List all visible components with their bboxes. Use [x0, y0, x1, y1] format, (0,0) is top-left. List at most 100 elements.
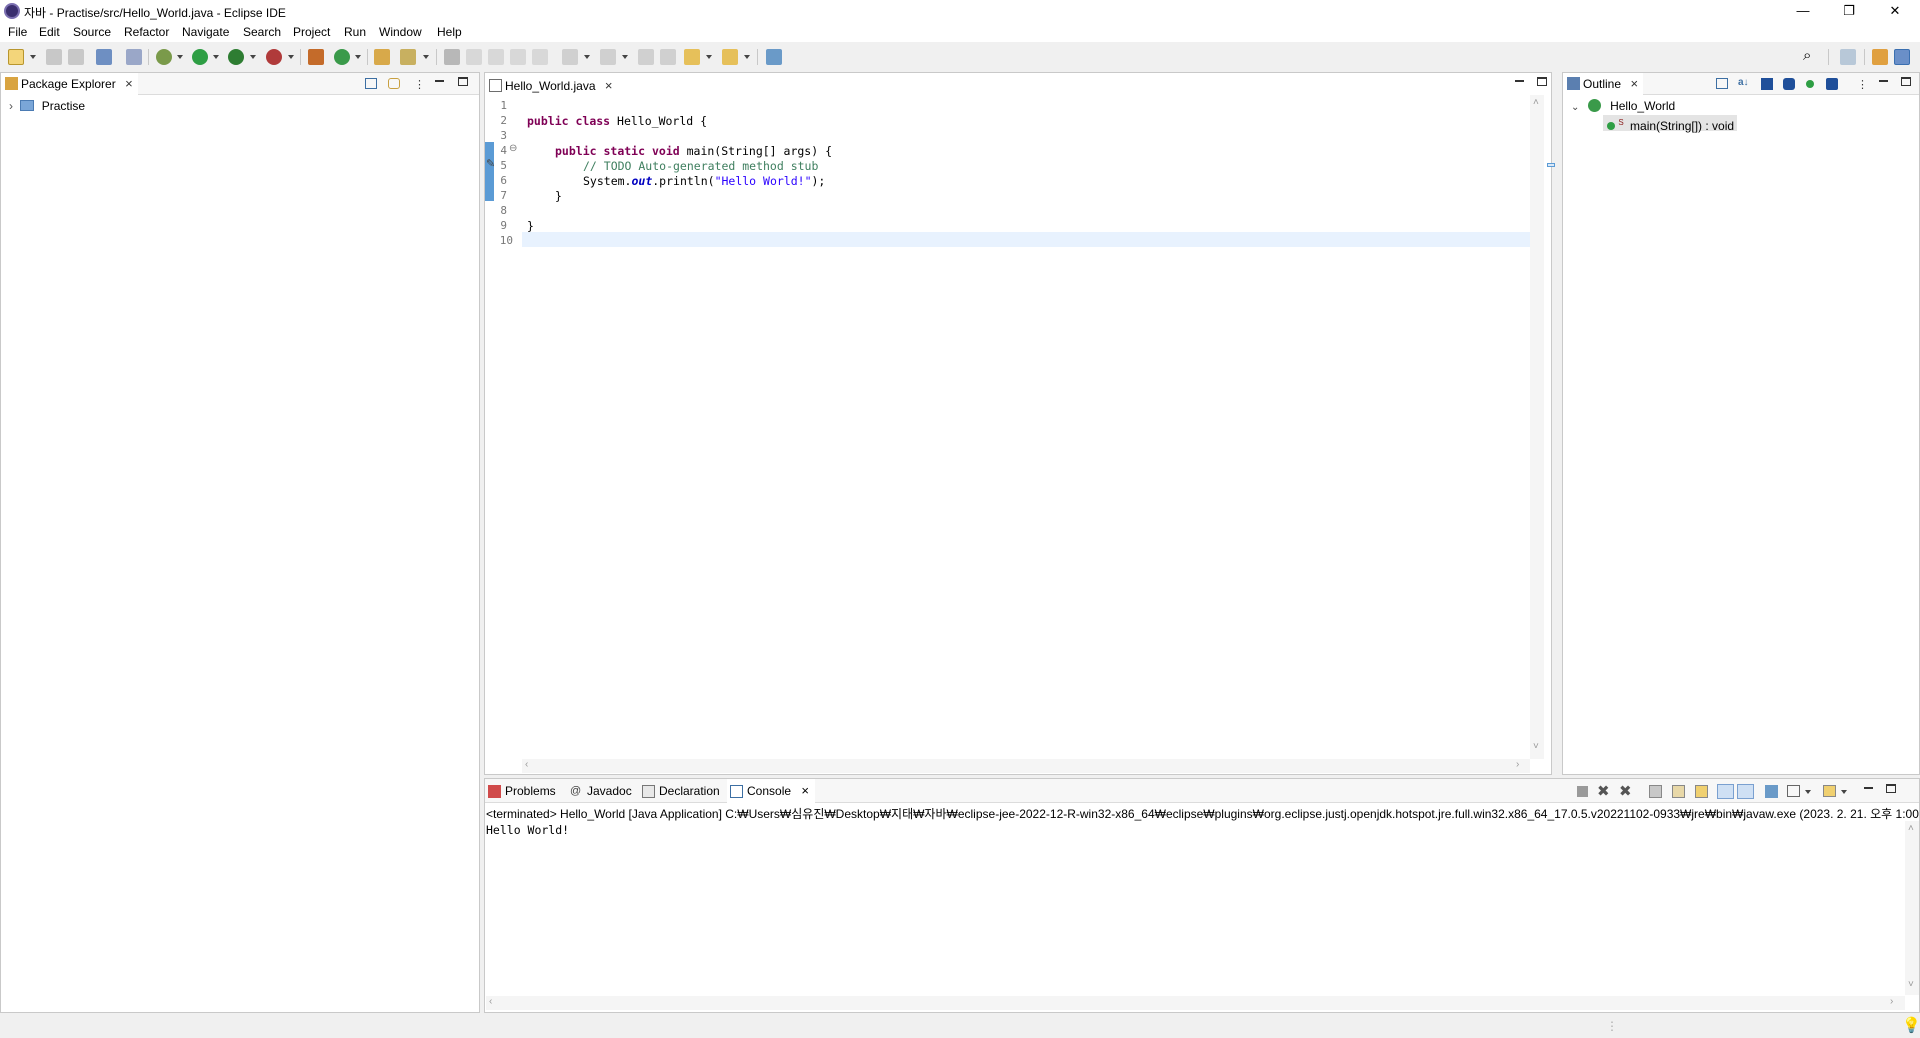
scroll-down-icon[interactable]: ˅ [1908, 979, 1914, 990]
search-icon[interactable]: ⌕ [1803, 47, 1811, 64]
chevron-down-icon[interactable] [250, 55, 256, 59]
open-perspective-icon[interactable] [766, 49, 782, 65]
show-on-stderr-icon[interactable] [1737, 784, 1754, 799]
open-console-menu-icon[interactable] [1823, 785, 1836, 797]
tree-item-practise[interactable]: › Practise [9, 99, 85, 113]
scroll-left-icon[interactable]: ‹ [489, 996, 492, 1007]
lightbulb-icon[interactable]: 💡 [1902, 1016, 1920, 1034]
close-icon[interactable]: × [801, 779, 809, 803]
coverage-icon[interactable] [228, 49, 244, 65]
chevron-down-icon[interactable] [355, 55, 361, 59]
restore-button[interactable]: ❐ [1826, 0, 1872, 22]
back-icon[interactable] [684, 49, 700, 65]
outline-item-method[interactable]: S main(String[]) : void [1603, 115, 1738, 133]
open-type-icon[interactable] [374, 49, 390, 65]
editor-vertical-scrollbar[interactable]: ˄ ˅ [1530, 95, 1544, 759]
close-icon[interactable]: × [605, 75, 613, 97]
scroll-right-icon[interactable]: › [1890, 996, 1893, 1007]
view-menu-icon[interactable]: ⋮ [1857, 78, 1868, 91]
close-icon[interactable]: × [1630, 73, 1638, 95]
minimize-icon[interactable] [1879, 80, 1888, 82]
menu-edit[interactable]: Edit [39, 25, 60, 39]
hide-static-icon[interactable] [1783, 78, 1795, 90]
new-java-package-icon[interactable] [308, 49, 324, 65]
clear-console-icon[interactable] [1649, 785, 1662, 798]
maximize-icon[interactable] [1886, 784, 1896, 793]
tab-outline[interactable]: Outline × [1563, 73, 1644, 95]
word-wrap-icon[interactable] [1695, 785, 1708, 798]
display-console-icon[interactable] [1787, 785, 1800, 797]
sort-icon[interactable]: a↓ [1738, 77, 1749, 88]
maximize-icon[interactable] [458, 77, 468, 86]
open-perspective-button-icon[interactable] [1840, 49, 1856, 65]
scroll-up-icon[interactable]: ˄ [1908, 823, 1914, 834]
tab-console[interactable]: Console × [727, 779, 815, 803]
scroll-up-icon[interactable]: ˄ [1533, 97, 1539, 108]
tab-problems[interactable]: Problems [485, 779, 561, 803]
toggle-annotation-icon[interactable] [444, 49, 460, 65]
chevron-down-icon[interactable] [744, 55, 750, 59]
minimize-icon[interactable] [435, 80, 444, 82]
tab-declaration[interactable]: Declaration [639, 779, 723, 803]
menu-window[interactable]: Window [379, 25, 422, 39]
new-java-class-icon[interactable] [334, 49, 350, 65]
next-annotation-icon[interactable] [562, 49, 578, 65]
chevron-down-icon[interactable] [30, 55, 36, 59]
console-vertical-scrollbar[interactable]: ˄ ˅ [1905, 821, 1919, 995]
close-button[interactable]: ✕ [1872, 0, 1918, 22]
chevron-down-icon[interactable] [423, 55, 429, 59]
hide-non-public-icon[interactable] [1806, 80, 1814, 88]
maximize-icon[interactable] [1537, 77, 1547, 86]
hide-local-types-icon[interactable] [1826, 78, 1838, 90]
chevron-down-icon[interactable] [584, 55, 590, 59]
run-icon[interactable] [192, 49, 208, 65]
java-perspective-icon[interactable] [1894, 49, 1910, 65]
open-console-icon[interactable] [96, 49, 112, 65]
show-whitespace-chars-icon[interactable] [532, 49, 548, 65]
chevron-down-icon[interactable] [706, 55, 712, 59]
minimize-icon[interactable] [1515, 80, 1524, 82]
chevron-down-icon[interactable] [213, 55, 219, 59]
search-tool-icon[interactable] [400, 49, 416, 65]
overview-ruler-marker[interactable] [1547, 163, 1555, 167]
external-tools-icon[interactable] [266, 49, 282, 65]
scroll-down-icon[interactable]: ˅ [1533, 741, 1539, 752]
pin-console-icon[interactable] [1765, 785, 1778, 798]
menu-help[interactable]: Help [437, 25, 462, 39]
tab-hello-world-java[interactable]: Hello_World.java × [485, 73, 618, 95]
chevron-down-icon[interactable] [1841, 790, 1847, 794]
chevron-down-icon[interactable] [177, 55, 183, 59]
previous-annotation-icon[interactable] [600, 49, 616, 65]
mark-occurrences-icon[interactable] [466, 49, 482, 65]
maximize-icon[interactable] [1901, 77, 1911, 86]
collapse-all-icon[interactable] [1716, 78, 1728, 89]
close-icon[interactable]: × [125, 73, 133, 95]
minimize-button[interactable]: — [1780, 0, 1826, 22]
debug-icon[interactable] [156, 49, 172, 65]
chevron-down-icon[interactable]: ⌄ [1571, 102, 1579, 113]
menu-source[interactable]: Source [73, 25, 111, 39]
scroll-lock-icon[interactable] [1672, 785, 1685, 798]
fold-collapse-icon[interactable]: ⊖ [509, 143, 517, 154]
chevron-down-icon[interactable] [622, 55, 628, 59]
show-on-stdout-icon[interactable] [1717, 784, 1734, 799]
editor-horizontal-scrollbar[interactable]: ‹ › [522, 759, 1530, 773]
pin-editor-icon[interactable] [660, 49, 676, 65]
console-horizontal-scrollbar[interactable]: ‹ › [486, 996, 1905, 1010]
last-edit-location-icon[interactable] [638, 49, 654, 65]
scroll-right-icon[interactable]: › [1516, 759, 1519, 770]
tab-package-explorer[interactable]: Package Explorer × [1, 73, 138, 95]
chevron-right-icon[interactable]: › [9, 99, 13, 113]
link-with-editor-icon[interactable] [388, 78, 400, 89]
remove-launch-icon[interactable]: ✖ [1597, 782, 1610, 800]
skip-breakpoints-icon[interactable] [126, 49, 142, 65]
collapse-all-icon[interactable] [365, 78, 377, 89]
view-menu-icon[interactable]: ⋮ [414, 78, 425, 91]
java-ee-perspective-icon[interactable] [1872, 49, 1888, 65]
code-area[interactable]: public class Hello_World { public static… [522, 95, 1532, 755]
chevron-down-icon[interactable] [288, 55, 294, 59]
remove-all-terminated-icon[interactable]: ✖ [1619, 782, 1632, 800]
terminate-icon[interactable] [1577, 786, 1588, 797]
save-icon[interactable] [46, 49, 62, 65]
hide-fields-icon[interactable] [1761, 78, 1773, 90]
